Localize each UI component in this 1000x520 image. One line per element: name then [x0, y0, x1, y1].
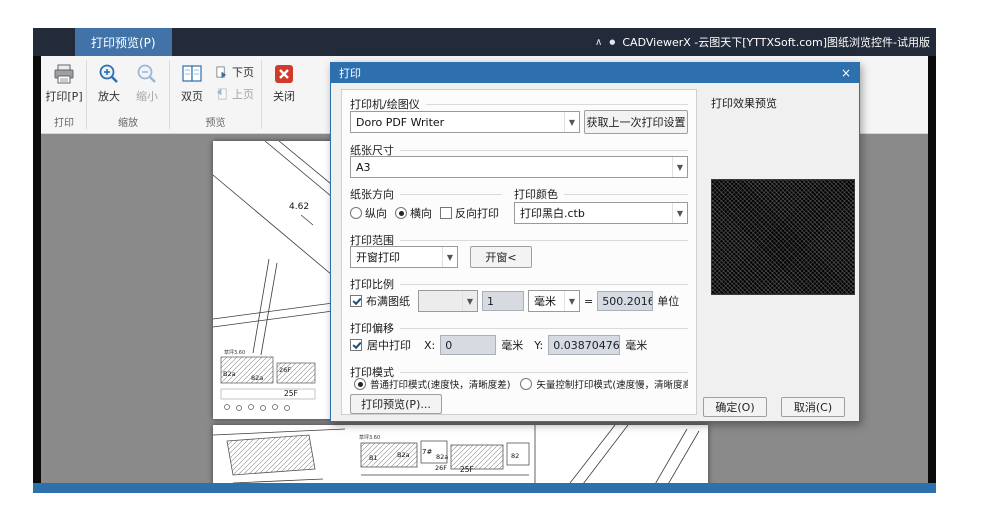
window-select-button[interactable]: 开窗< [470, 246, 532, 268]
cancel-button[interactable]: 取消(C) [781, 397, 845, 417]
ribbon-separator [86, 60, 87, 129]
landscape-radio[interactable] [395, 207, 407, 219]
group-label-zoom: 缩放 [90, 117, 166, 133]
drawing-label: 25F [460, 465, 474, 474]
drawing-label: B2a [397, 451, 410, 459]
scale-result-input[interactable]: 500.2016 [597, 291, 653, 311]
drawing-label: 26F [279, 366, 291, 374]
ribbon-group-close: 关闭 [265, 56, 303, 133]
drawing-label: B1 [369, 454, 378, 462]
dialog-close-icon[interactable]: × [833, 66, 859, 80]
scale-value-input[interactable]: 1 [482, 291, 524, 311]
print-settings-panel: 打印机/绘图仪 Doro PDF Writer ▼ 获取上一次打印设置 纸张尺寸… [341, 89, 697, 415]
window-left-edge [33, 56, 41, 483]
vector-mode-radio[interactable] [520, 378, 532, 390]
chevron-down-icon: ▼ [442, 247, 457, 267]
reverse-print-checkbox[interactable] [440, 207, 452, 219]
center-print-checkbox[interactable] [350, 339, 362, 351]
drawing-label: 7# [422, 448, 432, 456]
printer-icon [52, 62, 76, 86]
next-page-icon [215, 66, 228, 79]
window-right-edge [928, 56, 936, 483]
drawing-label: 26F [435, 464, 447, 472]
drawing-label-elevation: 4.62 [289, 202, 309, 212]
chevron-down-icon: ▼ [672, 157, 687, 177]
print-dialog: 打印 × 打印机/绘图仪 Doro PDF Writer ▼ 获取上一次打印设置… [330, 62, 860, 422]
dialog-title: 打印 [339, 65, 361, 81]
offset-x-input[interactable]: 0 [440, 335, 496, 355]
print-effect-preview [711, 179, 855, 295]
drawing-label: 25F [284, 389, 298, 398]
two-page-icon [180, 62, 204, 86]
drawing-label: 82a [436, 453, 448, 461]
ribbon-separator [169, 60, 170, 129]
collapse-ribbon-icon[interactable]: ∧ [595, 37, 602, 48]
fetch-last-settings-button[interactable]: 获取上一次打印设置 [584, 110, 688, 134]
drawing-label: 草坪3.60 [359, 434, 380, 441]
print-preview-button[interactable]: 打印预览(P)... [350, 394, 442, 414]
effect-preview-label: 打印效果预览 [711, 95, 777, 111]
zoom-out-button[interactable]: 缩小 [128, 59, 166, 104]
ribbon-group-zoom: 放大 缩小 缩放 [90, 56, 166, 133]
drawing-label: 82a [251, 374, 263, 382]
titlebar: 打印预览(P) ∧ ● CADViewerX -云图天下[YTTXSoft.co… [33, 28, 936, 56]
group-label-preview: 预览 [173, 117, 258, 133]
status-dot-icon: ● [609, 38, 615, 46]
tab-print-preview[interactable]: 打印预览(P) [75, 28, 172, 56]
scale-unit-select[interactable]: 毫米 ▼ [528, 290, 580, 312]
paper-size-select[interactable]: A3 ▼ [350, 156, 688, 178]
dialog-titlebar[interactable]: 打印 × [331, 63, 859, 83]
app-title: CADViewerX -云图天下[YTTXSoft.com]图纸浏览控件-试用版 [622, 34, 930, 50]
offset-y-input[interactable]: 0.03870476 [548, 335, 620, 355]
ok-button[interactable]: 确定(O) [703, 397, 767, 417]
portrait-radio[interactable] [350, 207, 362, 219]
chevron-down-icon: ▼ [462, 291, 477, 311]
prev-page-icon [215, 88, 228, 101]
prev-page-button[interactable]: 上页 [211, 85, 258, 103]
drawing-label: B2a [223, 370, 236, 378]
section-orientation: 纸张方向 [350, 186, 502, 202]
status-bar [33, 483, 936, 493]
close-icon [272, 62, 296, 86]
chevron-down-icon: ▼ [672, 203, 687, 223]
section-print-color: 打印颜色 [514, 186, 688, 202]
ribbon-separator [261, 60, 262, 129]
normal-mode-radio[interactable] [354, 378, 366, 390]
print-button[interactable]: 打印[P] [45, 59, 83, 104]
fit-paper-checkbox[interactable] [350, 295, 362, 307]
chevron-down-icon: ▼ [564, 291, 579, 311]
zoom-in-icon [97, 62, 121, 86]
next-page-button[interactable]: 下页 [211, 63, 258, 81]
ribbon-group-print: 打印[P] 打印 [45, 56, 83, 133]
preview-page-2: 草坪3.60 B1 B2a 7# 82a 82 26F 25F [213, 425, 708, 483]
print-range-select[interactable]: 开窗打印 ▼ [350, 246, 458, 268]
printer-select[interactable]: Doro PDF Writer ▼ [350, 111, 580, 133]
two-page-button[interactable]: 双页 [173, 59, 211, 104]
ribbon-group-preview: 双页 下页 [173, 56, 258, 133]
group-label-print: 打印 [45, 117, 83, 133]
chevron-down-icon: ▼ [564, 112, 579, 132]
zoom-out-icon [135, 62, 159, 86]
print-color-select[interactable]: 打印黑白.ctb ▼ [514, 202, 688, 224]
drawing-label: 82 [511, 452, 519, 460]
zoom-in-button[interactable]: 放大 [90, 59, 128, 104]
scale-preset-select[interactable]: ▼ [418, 290, 478, 312]
close-preview-button[interactable]: 关闭 [265, 59, 303, 104]
drawing-label: 草坪3.60 [224, 349, 245, 356]
